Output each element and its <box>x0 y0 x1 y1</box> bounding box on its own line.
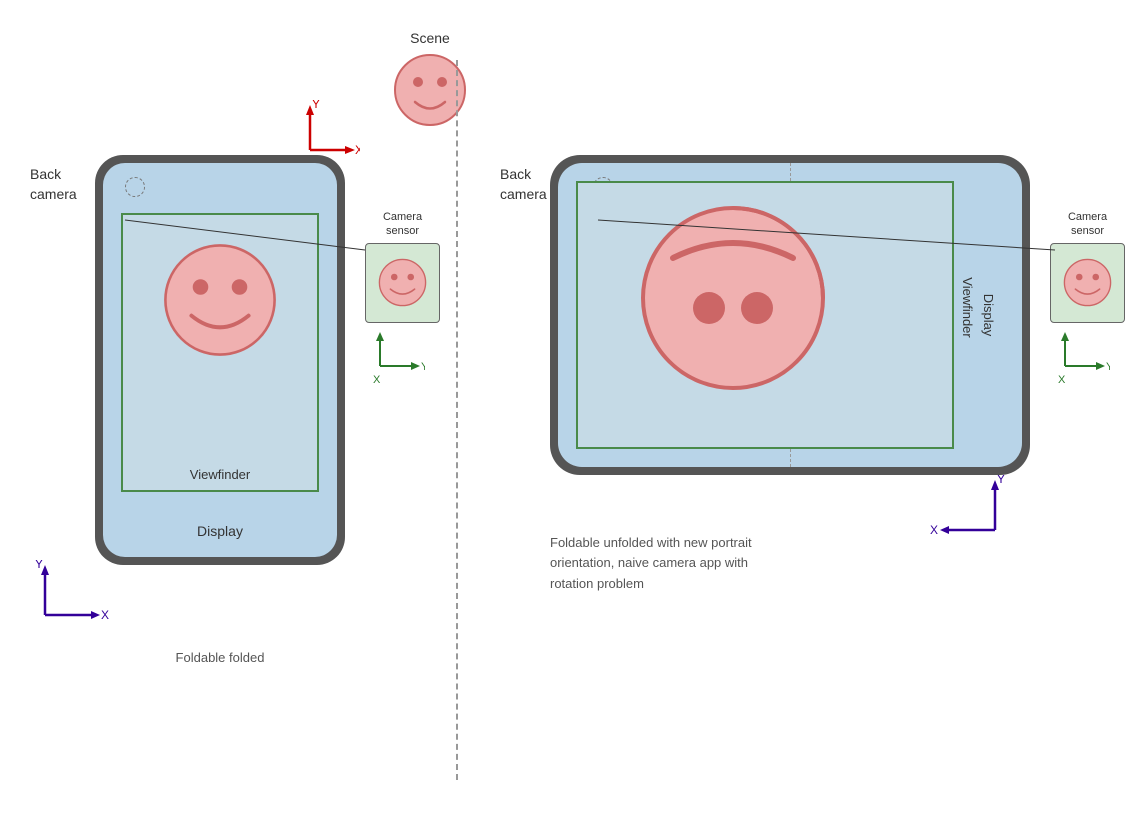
right-sensor-label: Camera sensor <box>1050 210 1125 239</box>
right-phone-outer: Viewfinder Display <box>550 155 1030 475</box>
left-bottom-axes-svg: X Y <box>30 560 110 635</box>
left-viewfinder-label: Viewfinder <box>190 467 250 482</box>
left-bottom-axes: X Y <box>30 560 110 640</box>
svg-text:X: X <box>101 608 109 622</box>
left-sensor-wrapper: Camera sensor <box>365 210 440 391</box>
svg-text:Y: Y <box>997 475 1005 486</box>
right-sensor-smiley <box>1060 255 1115 310</box>
left-smiley <box>155 235 285 365</box>
left-display-label: Display <box>197 523 243 539</box>
left-caption: Foldable folded <box>95 650 345 665</box>
left-sensor-axes-svg: Y X <box>365 331 425 386</box>
right-smiley <box>633 198 833 398</box>
svg-text:X: X <box>355 143 360 157</box>
svg-text:Y: Y <box>421 361 425 373</box>
svg-text:X: X <box>930 523 938 537</box>
right-sensor-axes-svg: Y X <box>1050 331 1110 386</box>
svg-text:X: X <box>373 374 381 386</box>
left-sensor-axes: Y X <box>365 331 440 391</box>
right-sensor-box <box>1050 243 1125 323</box>
svg-text:Y: Y <box>1106 361 1110 373</box>
svg-text:X: X <box>1058 374 1066 386</box>
left-phone-wrapper: Viewfinder Display Camera sensor <box>95 155 345 565</box>
right-viewfinder-box: Viewfinder <box>576 181 954 449</box>
right-bottom-axes: X Y <box>925 475 1010 555</box>
divider <box>456 60 458 780</box>
right-caption: Foldable unfolded with new portrait orie… <box>550 533 752 595</box>
right-phone-inner: Viewfinder Display <box>558 163 1022 467</box>
scene-face <box>390 50 470 130</box>
right-sensor-axes: Y X <box>1050 331 1125 391</box>
left-diagram: Back camera <box>30 155 280 565</box>
svg-text:Y: Y <box>35 560 43 571</box>
right-phone-wrapper: Viewfinder Display Camera sensor <box>550 155 1030 475</box>
back-camera-label-right: Back camera <box>500 165 547 204</box>
right-diagram: Back camera <box>490 155 970 475</box>
left-phone-inner: Viewfinder Display <box>103 163 337 557</box>
left-phone-outer: Viewfinder Display <box>95 155 345 565</box>
scene-label: Scene <box>390 30 470 46</box>
svg-text:Y: Y <box>312 100 320 111</box>
right-viewfinder-label: Viewfinder <box>960 277 975 337</box>
scene-container: Scene <box>390 30 470 135</box>
right-bottom-axes-svg: X Y <box>925 475 1010 550</box>
left-viewfinder-box: Viewfinder <box>121 213 319 492</box>
back-camera-label-left: Back camera <box>30 165 77 204</box>
left-camera-hole <box>125 177 145 197</box>
left-sensor-label: Camera sensor <box>365 210 440 239</box>
left-sensor-box <box>365 243 440 323</box>
left-sensor-smiley <box>375 255 430 310</box>
right-display-label: Display <box>981 294 996 337</box>
right-sensor-wrapper: Camera sensor <box>1050 210 1125 391</box>
main-container: Scene X Y Back camera <box>0 0 1143 831</box>
